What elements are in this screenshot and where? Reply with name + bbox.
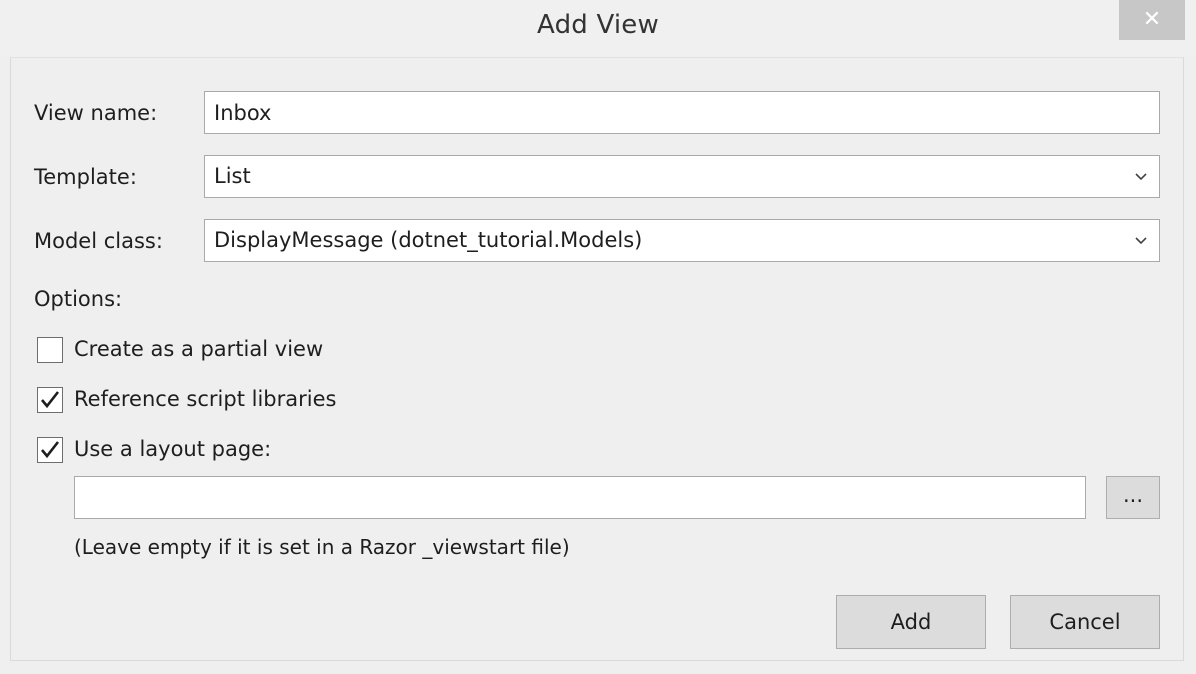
reference-scripts-checkbox[interactable] xyxy=(37,387,63,413)
layout-hint-text: (Leave empty if it is set in a Razor _vi… xyxy=(74,535,570,559)
layout-path-input[interactable] xyxy=(74,476,1086,519)
template-selected-value: List xyxy=(214,164,251,188)
template-label: Template: xyxy=(34,165,137,189)
options-label: Options: xyxy=(34,287,123,311)
view-name-label: View name: xyxy=(34,101,158,125)
add-button[interactable]: Add xyxy=(836,595,986,649)
chevron-down-icon xyxy=(1135,173,1147,181)
partial-view-checkbox[interactable] xyxy=(37,337,63,363)
cancel-button[interactable]: Cancel xyxy=(1010,595,1160,649)
model-class-selected-value: DisplayMessage (dotnet_tutorial.Models) xyxy=(214,228,643,252)
dialog-title: Add View xyxy=(537,10,659,40)
use-layout-label[interactable]: Use a layout page: xyxy=(74,437,271,461)
checkmark-icon xyxy=(41,441,60,459)
add-view-dialog: Add View ✕ View name: Template: List Mod… xyxy=(0,0,1196,674)
chevron-down-icon xyxy=(1135,237,1147,245)
view-name-input[interactable] xyxy=(204,91,1160,134)
close-button[interactable]: ✕ xyxy=(1119,0,1185,40)
use-layout-checkbox[interactable] xyxy=(37,437,63,463)
checkmark-icon xyxy=(41,391,60,409)
reference-scripts-label[interactable]: Reference script libraries xyxy=(74,387,336,411)
model-class-label: Model class: xyxy=(34,229,163,253)
close-icon: ✕ xyxy=(1142,7,1162,32)
partial-view-label[interactable]: Create as a partial view xyxy=(74,337,323,361)
model-class-select[interactable]: DisplayMessage (dotnet_tutorial.Models) xyxy=(204,219,1160,262)
title-bar: Add View ✕ xyxy=(0,0,1196,56)
template-select[interactable]: List xyxy=(204,155,1160,198)
browse-button[interactable]: ... xyxy=(1106,476,1160,519)
